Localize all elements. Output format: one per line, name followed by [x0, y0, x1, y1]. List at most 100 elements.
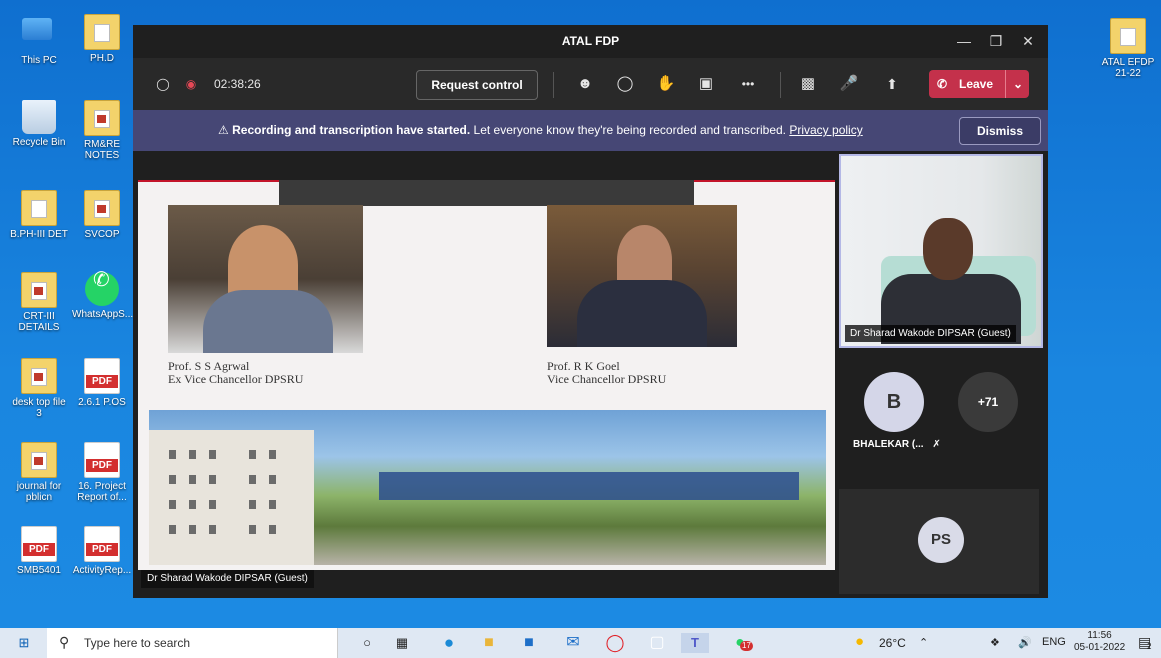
folder-icon	[1110, 18, 1146, 54]
network-icon[interactable]: ❖	[990, 636, 1000, 649]
weather-temperature[interactable]: 26°C	[879, 636, 906, 650]
search-placeholder: Type here to search	[84, 636, 191, 650]
weather-icon[interactable]: ●	[855, 633, 864, 650]
desktop-icon-project-report[interactable]: PDF 16. Project Report of...	[72, 442, 132, 503]
whatsapp-taskbar-icon[interactable]: ● 17	[728, 633, 753, 653]
teams-meeting-window: ATAL FDP — ❐ ✕ ◯ ◉ 02:38:26 Request cont…	[133, 25, 1048, 598]
video-tile-name: Dr Sharad Wakode DIPSAR (Guest)	[845, 325, 1016, 342]
photo-prof-agrwal	[168, 205, 363, 353]
desktop-icon-label: ActivityRep...	[72, 565, 132, 576]
taskbar: ⊞ ⚲ Type here to search ○ ▦ ● ■ ■ ✉ ◯ ▢ …	[0, 628, 1161, 658]
notification-badge: 17	[740, 641, 753, 651]
search-icon: ⚲	[59, 634, 70, 650]
volume-icon[interactable]: 🔊	[1018, 636, 1032, 649]
meeting-toolbar: ◯ ◉ 02:38:26 Request control ☻ ◯ ✋ ▣ •••…	[133, 58, 1048, 110]
chat-icon[interactable]: ◯	[614, 73, 636, 95]
title-bar: ATAL FDP — ❐ ✕	[133, 25, 1048, 58]
desktop-icon-this-pc[interactable]: This PC	[9, 14, 69, 66]
pdf-file-icon: PDF	[84, 526, 120, 562]
desktop-icon-atal-efdp[interactable]: ATAL EFDP 21-22	[1098, 18, 1158, 79]
desktop-icon-pos[interactable]: PDF 2.6.1 P.OS	[72, 358, 132, 408]
campus-gate-sign	[379, 472, 799, 500]
notifications-icon[interactable]: ▤ 2	[1138, 634, 1151, 651]
more-participants-button[interactable]: +71	[958, 372, 1018, 432]
request-control-button[interactable]: Request control	[416, 70, 538, 100]
desktop-icon-rmre-notes[interactable]: RM&RE NOTES	[72, 100, 132, 161]
photo-prof-goel	[547, 205, 737, 347]
caption-agrwal: Prof. S S Agrwal Ex Vice Chancellor DPSR…	[168, 359, 304, 386]
clock[interactable]: 11:56 05-01-2022	[1074, 630, 1125, 654]
camera-off-icon[interactable]: ▩	[797, 73, 819, 95]
meeting-stage: Prof. S S Agrwal Ex Vice Chancellor DPSR…	[133, 151, 1048, 598]
leave-button[interactable]: ✆ Leave ⌄	[929, 70, 1029, 98]
desktop-icon-label: Recycle Bin	[12, 137, 66, 148]
chevron-down-icon[interactable]: ⌄	[1005, 70, 1023, 98]
banner-bold-text: Recording and transcription have started…	[232, 123, 471, 137]
folder-icon	[21, 190, 57, 226]
desktop-icon-desktop-file[interactable]: desk top file 3	[9, 358, 69, 419]
cortana-icon[interactable]: ○	[355, 633, 379, 653]
mail-icon[interactable]: ✉	[561, 633, 585, 653]
desktop-icon-svcop[interactable]: SVCOP	[72, 190, 132, 240]
desktop-icon-activity-report[interactable]: PDF ActivityRep...	[72, 526, 132, 576]
rooms-icon[interactable]: ▣	[695, 73, 717, 95]
pdf-file-icon: PDF	[21, 526, 57, 562]
desktop-icon-label: WhatsAppS...	[72, 309, 134, 320]
more-actions-button[interactable]: •••	[735, 73, 761, 95]
edge-icon[interactable]: ●	[437, 633, 461, 653]
banner-text: Let everyone know they're being recorded…	[473, 123, 786, 137]
folder-icon	[21, 442, 57, 478]
warning-icon: ⚠	[218, 123, 229, 137]
folder-icon	[21, 272, 57, 308]
store-icon[interactable]: ■	[517, 633, 541, 653]
shared-slide: Prof. S S Agrwal Ex Vice Chancellor DPSR…	[138, 180, 835, 570]
search-box[interactable]: ⚲ Type here to search	[47, 628, 338, 658]
participant-avatar-b[interactable]: B	[864, 372, 924, 432]
minimize-button[interactable]: —	[948, 30, 980, 52]
notepad-icon[interactable]: ▢	[645, 633, 669, 653]
video-tile-speaker[interactable]: Dr Sharad Wakode DIPSAR (Guest)	[839, 154, 1043, 348]
desktop-icon-smb5401[interactable]: PDF SMB5401	[9, 526, 69, 576]
folder-icon	[84, 190, 120, 226]
desktop-icon-phd[interactable]: PH.D	[72, 14, 132, 64]
task-view-icon[interactable]: ▦	[390, 633, 414, 653]
close-button[interactable]: ✕	[1012, 30, 1044, 52]
desktop-icon-crt-details[interactable]: CRT-III DETAILS	[9, 272, 69, 333]
mic-muted-icon[interactable]: 🎤	[838, 73, 860, 95]
folder-icon	[84, 100, 120, 136]
desktop-icon-label: B.PH-III DET	[10, 229, 68, 240]
desktop-icon-bph-det[interactable]: B.PH-III DET	[9, 190, 69, 240]
desktop-icon-whatsapp[interactable]: WhatsAppS...	[72, 272, 134, 320]
caption-goel: Prof. R K Goel Vice Chancellor DPSRU	[547, 359, 667, 386]
desktop-icon-label: SVCOP	[84, 229, 120, 240]
notification-count: 2	[1147, 642, 1152, 651]
share-icon[interactable]: ⬆	[881, 73, 903, 95]
folder-icon	[84, 14, 120, 50]
chevron-up-icon[interactable]: ⌃	[919, 636, 928, 649]
opera-icon[interactable]: ◯	[603, 633, 627, 653]
maximize-button[interactable]: ❐	[980, 30, 1012, 52]
dismiss-button[interactable]: Dismiss	[959, 117, 1041, 145]
presenter-name-tag: Dr Sharad Wakode DIPSAR (Guest)	[141, 570, 314, 588]
participant-avatar-ps[interactable]: PS	[918, 517, 964, 563]
banner-message: ⚠ Recording and transcription have start…	[218, 123, 863, 137]
participant-name: BHALEKAR (... ✗	[853, 439, 941, 450]
building-image	[149, 430, 314, 565]
desktop-icon-label: This PC	[21, 55, 57, 66]
teams-icon[interactable]: T	[681, 633, 709, 653]
computer-icon	[22, 18, 56, 52]
desktop-icon-label: 2.6.1 P.OS	[78, 397, 126, 408]
raise-hand-icon[interactable]: ✋	[655, 73, 677, 95]
privacy-policy-link[interactable]: Privacy policy	[789, 123, 862, 137]
campus-photo	[149, 410, 826, 565]
people-icon[interactable]: ☻	[574, 73, 596, 95]
pdf-file-icon: PDF	[84, 442, 120, 478]
desktop-icon-recycle-bin[interactable]: Recycle Bin	[9, 100, 69, 148]
language-indicator[interactable]: ENG	[1042, 636, 1066, 648]
mic-muted-icon: ✗	[932, 439, 941, 450]
desktop-icon-label: ATAL EFDP 21-22	[1101, 57, 1155, 79]
file-explorer-icon[interactable]: ■	[477, 633, 501, 653]
desktop-icon-journal[interactable]: journal for pblicn	[9, 442, 69, 503]
windows-start-icon[interactable]: ⊞	[12, 633, 36, 653]
divider	[553, 72, 554, 98]
